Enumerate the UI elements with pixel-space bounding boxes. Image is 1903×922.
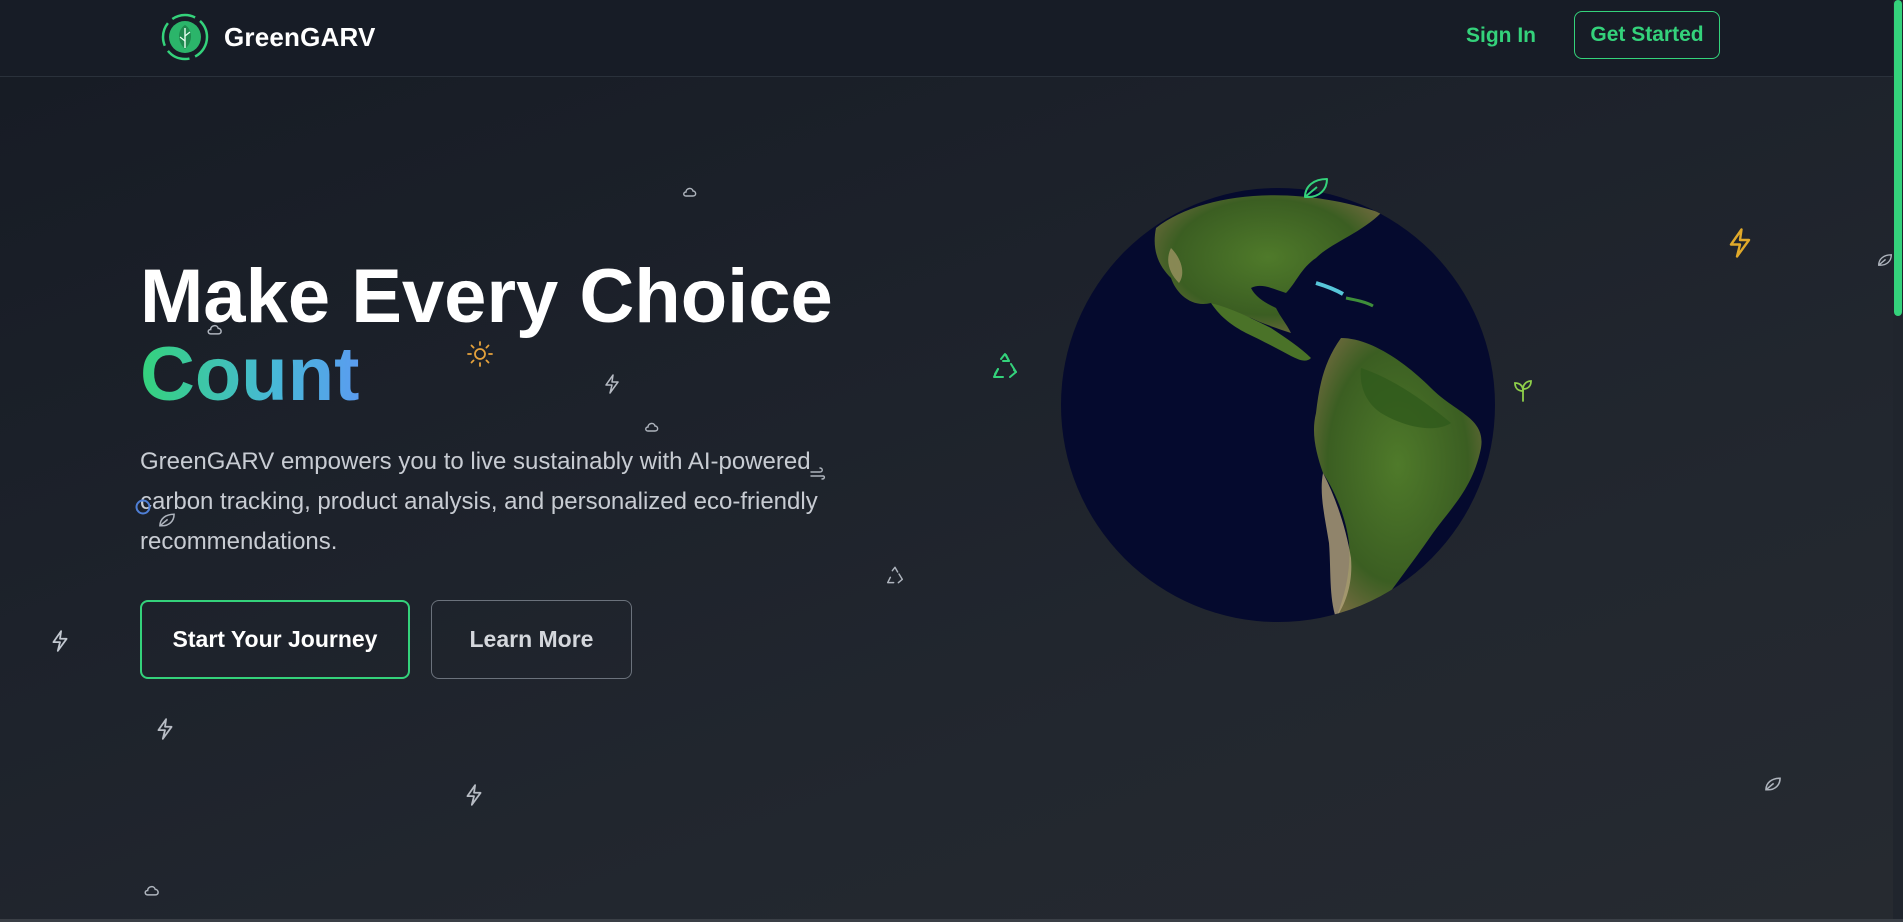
bolt-icon [466,784,482,806]
hero-description: GreenGARV empowers you to live sustainab… [140,448,818,555]
recycle-icon [993,353,1017,378]
get-started-button[interactable]: Get Started [1574,11,1720,59]
bolt-icon [605,374,619,394]
hero-title-line: Make Every Choice [140,254,833,339]
leaf-icon [1765,777,1781,791]
cloud-icon [683,187,697,197]
hero-title-accent: Count [140,332,360,417]
header: GreenGARV Sign In Get Started [0,0,1893,77]
sprout-icon [1514,380,1532,402]
cloud-icon [645,422,659,432]
page: GreenGARV Sign In Get Started Make Every… [0,0,1893,919]
scrollbar-thumb[interactable] [1894,0,1902,316]
bolt-icon [1729,228,1751,258]
bolt-icon [157,718,173,740]
leaf-icon [1878,254,1892,266]
start-journey-button[interactable]: Start Your Journey [140,600,410,679]
cloud-icon [144,885,159,896]
bolt-icon [52,630,68,652]
brand-name[interactable]: GreenGARV [224,22,376,53]
learn-more-button[interactable]: Learn More [431,600,632,679]
hero-title: Make Every Choice Count [140,258,833,414]
cloud-icon [207,324,222,335]
wind-icon [810,467,826,480]
logo-icon[interactable] [160,12,210,62]
leaf-icon [1304,178,1328,198]
sun-icon [467,341,493,367]
droplet-icon [135,499,151,515]
sign-in-button[interactable]: Sign In [1466,24,1536,48]
recycle-icon [886,566,904,584]
earth-globe [1061,188,1495,622]
leaf-icon [159,513,175,527]
